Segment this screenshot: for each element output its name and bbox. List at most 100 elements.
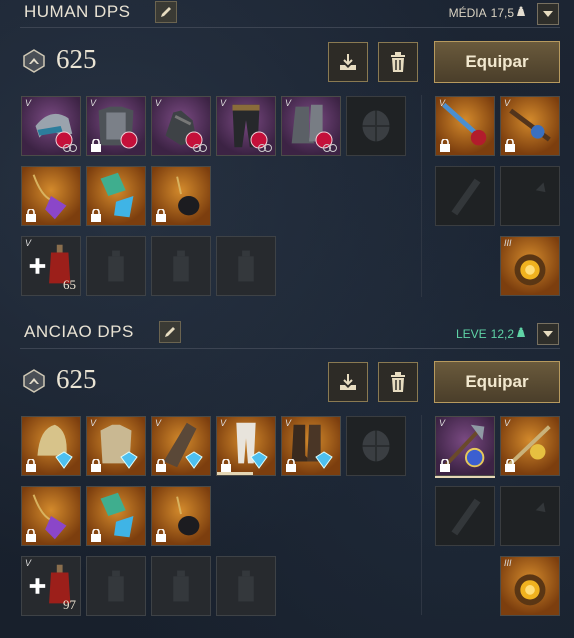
potion-placeholder-icon xyxy=(238,250,254,282)
lock-icon xyxy=(26,529,36,542)
gem-icon xyxy=(55,451,73,469)
lock-icon xyxy=(91,529,101,542)
lock-icon xyxy=(156,209,166,222)
lock-icon xyxy=(91,459,101,472)
jewelry-slot-amulet[interactable] xyxy=(21,166,81,226)
armor-slot-legs[interactable]: V xyxy=(216,96,276,156)
armor-slot-feet[interactable]: V xyxy=(281,416,341,476)
header-divider xyxy=(20,27,560,28)
consumable-slot-heal[interactable]: V 65 xyxy=(21,236,81,296)
column-divider xyxy=(421,415,422,615)
item-quantity: 65 xyxy=(63,277,76,292)
gear-score-icon xyxy=(23,49,45,73)
consumable-slot-empty[interactable] xyxy=(86,556,146,616)
chevron-down-icon xyxy=(543,331,553,337)
weapon-slot-primary[interactable]: V xyxy=(435,96,495,156)
loadout-name: ANCIAO DPS xyxy=(24,322,134,341)
armor-slot-feet[interactable]: V xyxy=(281,96,341,156)
ammo-slot-empty[interactable] xyxy=(500,166,560,226)
consumable-slot-empty[interactable] xyxy=(86,236,146,296)
armor-slot-hands[interactable]: V xyxy=(151,416,211,476)
trash-icon xyxy=(391,52,405,72)
weight-value: 17,5 xyxy=(490,6,514,20)
lock-icon xyxy=(505,459,515,472)
jewelry-slot-ring[interactable] xyxy=(86,486,146,546)
trophy-slot[interactable]: III xyxy=(500,556,560,616)
tool-slot-empty[interactable] xyxy=(435,486,495,546)
weight-indicator: MÉDIA 17,5 xyxy=(449,6,526,20)
consumable-slot-empty[interactable] xyxy=(151,236,211,296)
weapon-slot-secondary[interactable]: V xyxy=(500,96,560,156)
jewelry-slot-earring[interactable] xyxy=(151,486,211,546)
lock-icon xyxy=(91,139,101,152)
loadout-panel: ANCIAO DPS LEVE 12,2 625 Equipar V V V V… xyxy=(0,320,574,638)
weight-indicator: LEVE 12,2 xyxy=(456,327,526,341)
lock-icon xyxy=(91,209,101,222)
weight-value: 12,2 xyxy=(490,327,514,341)
weapon-slot-primary[interactable]: V xyxy=(435,416,495,476)
tool-placeholder-icon xyxy=(451,498,481,536)
equip-button[interactable]: Equipar xyxy=(434,361,560,403)
armor-slot-hands[interactable]: V xyxy=(151,96,211,156)
shield-icon xyxy=(362,430,390,462)
chevron-down-icon xyxy=(543,11,553,17)
potion-placeholder-icon xyxy=(238,570,254,602)
lock-icon xyxy=(440,459,450,472)
heartrune-icon xyxy=(514,574,546,606)
potion-placeholder-icon xyxy=(108,570,124,602)
loadout-name: HUMAN DPS xyxy=(24,2,131,21)
weight-icon xyxy=(517,327,525,337)
save-loadout-button[interactable] xyxy=(328,42,368,82)
loadout-panel: HUMAN DPS MÉDIA17,5 625 Equipar V V V V xyxy=(0,0,574,320)
lock-icon xyxy=(26,459,36,472)
ammo-slot-empty[interactable] xyxy=(500,486,560,546)
arrow-placeholder-icon xyxy=(514,182,546,212)
armor-slot-head[interactable]: V xyxy=(21,96,81,156)
potion-placeholder-icon xyxy=(173,250,189,282)
shield-slot-empty[interactable] xyxy=(346,96,406,156)
consumable-slot-empty[interactable] xyxy=(216,556,276,616)
gear-score-icon xyxy=(23,369,45,393)
lock-icon xyxy=(156,529,166,542)
save-loadout-button[interactable] xyxy=(328,362,368,402)
mask-icon xyxy=(193,144,207,152)
armor-slot-chest[interactable]: V xyxy=(86,96,146,156)
mask-icon xyxy=(258,144,272,152)
consumable-slot-empty[interactable] xyxy=(151,556,211,616)
edit-icon xyxy=(161,7,171,17)
weapon-slot-secondary[interactable]: V xyxy=(500,416,560,476)
weight-icon xyxy=(517,6,525,16)
jewelry-slot-ring[interactable] xyxy=(86,166,146,226)
mask-icon xyxy=(323,144,337,152)
edit-name-button[interactable] xyxy=(155,1,177,23)
weight-dropdown-button[interactable] xyxy=(537,323,559,345)
jewelry-slot-earring[interactable] xyxy=(151,166,211,226)
edit-name-button[interactable] xyxy=(159,321,181,343)
weight-label: MÉDIA xyxy=(448,6,487,20)
armor-slot-head[interactable] xyxy=(21,416,81,476)
download-icon xyxy=(340,54,356,70)
gear-score-value: 625 xyxy=(56,364,97,394)
heartrune-icon xyxy=(514,254,546,286)
edit-icon xyxy=(165,327,175,337)
arrow-placeholder-icon xyxy=(514,502,546,532)
armor-slot-chest[interactable]: V xyxy=(86,416,146,476)
trophy-slot[interactable]: III xyxy=(500,236,560,296)
armor-slot-legs[interactable]: V xyxy=(216,416,276,476)
tool-slot-empty[interactable] xyxy=(435,166,495,226)
shield-slot-empty[interactable] xyxy=(346,416,406,476)
gem-icon xyxy=(250,451,268,469)
consumable-slot-heal[interactable]: V 97 xyxy=(21,556,81,616)
potion-placeholder-icon xyxy=(173,570,189,602)
equip-button[interactable]: Equipar xyxy=(434,41,560,83)
jewelry-slot-amulet[interactable] xyxy=(21,486,81,546)
consumable-slot-empty[interactable] xyxy=(216,236,276,296)
delete-loadout-button[interactable] xyxy=(378,42,418,82)
weight-dropdown-button[interactable] xyxy=(537,3,559,25)
durability-bar xyxy=(435,476,495,478)
delete-loadout-button[interactable] xyxy=(378,362,418,402)
column-divider xyxy=(421,95,422,297)
tool-placeholder-icon xyxy=(451,178,481,216)
trash-icon xyxy=(391,372,405,392)
gem-icon xyxy=(315,451,333,469)
